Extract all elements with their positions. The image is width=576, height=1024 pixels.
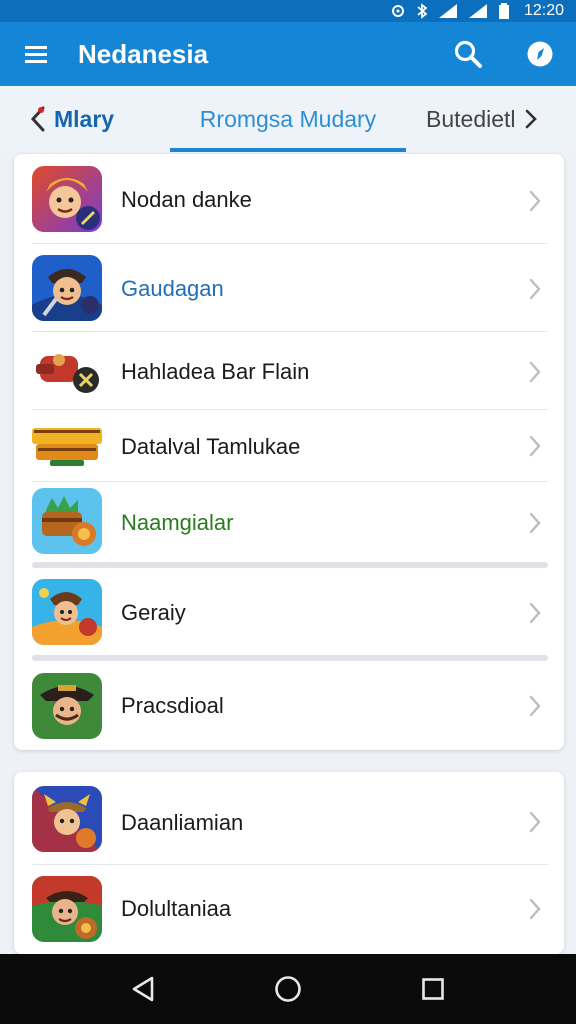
recents-icon [422, 978, 445, 1000]
chevron-right-icon [529, 898, 541, 920]
warrior-game-icon [32, 166, 102, 232]
list-item-label: Hahladea Bar Flain [121, 359, 310, 384]
alarm-icon [390, 3, 406, 19]
list-item-label: Dolultaniaa [121, 896, 232, 921]
recents-button[interactable] [403, 959, 463, 1019]
logo-game-icon [30, 422, 104, 468]
adventure-game-icon [32, 579, 102, 645]
chevron-right-icon [529, 695, 541, 717]
list-item-gaudagan[interactable]: Gaudagan [14, 244, 564, 332]
list-item-nodan-danke[interactable]: Nodan danke [14, 154, 564, 244]
games-list-card: Nodan danke Gaudagan Hahladea Bar Flain … [14, 154, 564, 750]
games-list-card-secondary: Daanliamian Dolultaniaa [14, 772, 564, 954]
tab-rromgsa-mudary[interactable]: Rromgsa Mudary [170, 86, 406, 152]
chevron-right-icon [529, 190, 541, 212]
list-item-label: Daanliamian [121, 810, 244, 835]
home-button[interactable] [258, 959, 318, 1019]
home-icon [275, 976, 301, 1002]
app-bar: Nedanesia [0, 22, 576, 86]
search-icon [454, 40, 482, 68]
compass-button[interactable] [504, 22, 576, 86]
status-bar: 12:20 [0, 0, 576, 22]
list-item-daanliamian[interactable]: Daanliamian [14, 772, 564, 864]
list-item-label: Pracsdioal [121, 693, 224, 718]
back-button[interactable] [113, 959, 173, 1019]
back-icon [132, 976, 153, 1002]
list-item-geraiy[interactable]: Geraiy [14, 568, 564, 656]
app-title: Nedanesia [78, 38, 209, 69]
bandit-game-icon [32, 876, 102, 942]
menu-icon [25, 46, 47, 63]
chevron-right-icon [529, 811, 541, 833]
signal-icon [468, 3, 488, 19]
list-item-pracsdioal[interactable]: Pracsdioal [14, 661, 564, 750]
active-tab-indicator [170, 148, 406, 152]
status-time: 12:20 [523, 2, 564, 19]
tab-butedietl-label: Butedietl [426, 105, 516, 132]
list-item-naamgialar[interactable]: Naamgialar [14, 482, 564, 564]
chevron-right-icon [529, 278, 541, 300]
treasure-game-icon [32, 488, 102, 554]
list-item-dolultaniaa[interactable]: Dolultaniaa [14, 865, 564, 954]
chevron-right-icon [529, 512, 541, 534]
battery-icon [498, 3, 510, 19]
chevron-right-icon [529, 361, 541, 383]
bluetooth-icon [416, 3, 428, 19]
hero-game-icon [32, 255, 102, 321]
search-button[interactable] [432, 22, 504, 86]
list-item-datalval-tamlukae[interactable]: Datalval Tamlukae [14, 410, 564, 482]
list-item-label: Datalval Tamlukae [121, 434, 301, 459]
compass-icon [527, 41, 553, 67]
list-item-label: Gaudagan [121, 276, 224, 301]
chevron-right-icon [529, 435, 541, 457]
system-nav-bar [0, 954, 576, 1024]
tab-butedietl[interactable]: Butedietl [426, 86, 538, 152]
tab-mlary-label: Mlary [54, 105, 115, 132]
pirate-game-icon [32, 673, 102, 739]
tab-bar: Mlary Rromgsa Mudary Butedietl [0, 86, 576, 152]
list-item-hahladea-bar-flain[interactable]: Hahladea Bar Flain [14, 332, 564, 410]
chevron-right-icon [529, 602, 541, 624]
viking-game-icon [32, 786, 102, 852]
cannon-game-icon [32, 340, 102, 400]
chevron-left-icon [30, 106, 45, 132]
menu-button[interactable] [0, 22, 72, 86]
tab-rromgsa-mudary-label: Rromgsa Mudary [199, 105, 377, 132]
list-item-label: Naamgialar [121, 510, 234, 535]
wifi-icon [438, 3, 458, 19]
chevron-right-icon [525, 109, 537, 129]
list-item-label: Nodan danke [121, 187, 252, 212]
list-item-label: Geraiy [121, 600, 186, 625]
tab-mlary[interactable]: Mlary [30, 86, 114, 152]
